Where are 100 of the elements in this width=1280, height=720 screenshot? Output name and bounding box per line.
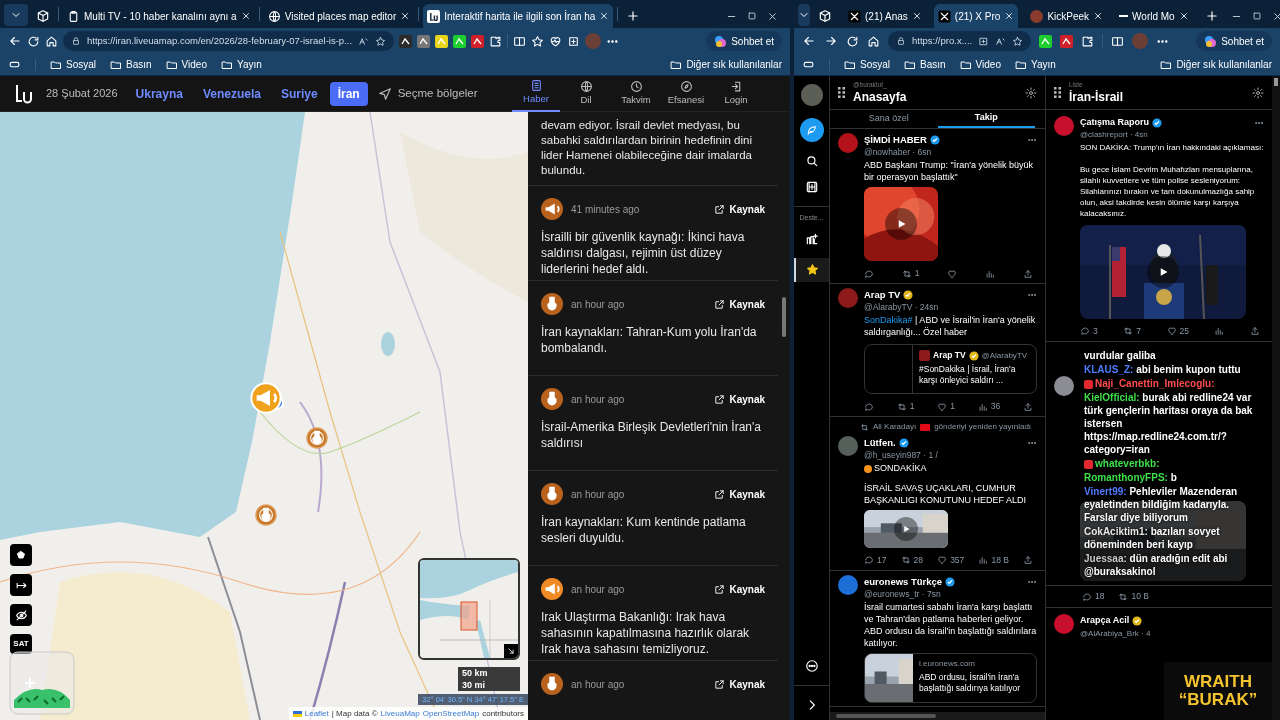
region-tab[interactable]: İran — [329, 81, 368, 106]
news-time: an hour ago — [571, 392, 625, 407]
news-text: İsrailli bir güvenlik kaynağı: İkinci hava saldırısı dalgası, rejimin üst düzey liderlerini hedef aldı. — [541, 229, 746, 277]
news-text: İran kaynakları: Kum kentinde patlama sesleri duyuldu. — [541, 514, 747, 546]
nav-tab[interactable]: Login — [712, 76, 760, 112]
repost-user: Ali Karadayı — [873, 421, 917, 433]
timeline-tab[interactable]: Sana özel — [840, 110, 938, 128]
account-handle: @nowhaber · 6sn — [864, 147, 933, 158]
quoted-tweet[interactable]: Arap TV @AlarabyTV #SonDakika | İsrail, İran'a karşı önleyici saldırı ... — [864, 344, 1037, 395]
bookmark-folder[interactable]: Basın — [110, 57, 152, 72]
browser-tab[interactable]: Interaktif harita ile ilgili son İran ha — [423, 4, 614, 28]
source-link[interactable]: Kaynak — [714, 391, 765, 407]
likes-button[interactable]: 357 — [937, 553, 965, 567]
account-name: Lütfen. — [864, 436, 896, 450]
bookmark-folder[interactable]: Sosyal — [50, 57, 96, 72]
hashtag-link[interactable]: SonDakika# — [864, 315, 913, 326]
copilot-button[interactable]: Sohbet et — [1196, 31, 1272, 51]
column-title: İran-İsrail — [1069, 90, 1124, 103]
source-link[interactable]: Kaynak — [714, 486, 765, 502]
address-bar[interactable]: https://iran.liveuamap.com/en/2026/28-february-07-israel-is-p... — [63, 31, 395, 51]
account-handle: @euronews_tr · 7sn — [864, 588, 942, 599]
nav-tab[interactable]: Efsanesi — [662, 76, 710, 112]
reposts-button[interactable]: 10 B — [1118, 590, 1149, 603]
reposts-button[interactable]: 28 — [900, 553, 924, 567]
news-text: İsrail-Amerika Birleşik Devletleri'nin İran'a saldırısı — [541, 419, 762, 451]
browser-tab[interactable]: Visited places map editor — [263, 4, 415, 28]
link-card[interactable]: l.euronews.com ABD ordusu, İsrail'in İran'a başlattığı saldırıya katılıyor — [864, 652, 1037, 703]
chat-message: Naji_Canettin_Imlecoglu: — [1084, 377, 1260, 391]
chat-message: Juessaa: dün aradığın edit abi @buraksakinol — [1084, 552, 1229, 579]
account-name: Arap TV — [864, 288, 901, 302]
replies-button[interactable]: 18 — [1082, 590, 1105, 603]
chat-message: KLAUS_Z: abi benim kupon tuttu — [1084, 363, 1242, 377]
date-label: 28 Şubat 2026 — [46, 86, 118, 102]
region-tab[interactable]: Ukrayna — [127, 81, 191, 106]
quoted-text: #SonDakika | İsrail, İran'a karşı önleyici saldırı ... — [919, 364, 1017, 386]
news-text: devam ediyor. İsrail devlet medyası, bu sabahki saldırılardan birinin hedefinin dini lider Hamenei olabileceğine dair imalarda bulundu. — [541, 118, 753, 178]
account-name: Arapça Acil — [1080, 614, 1130, 627]
link-domain: l.euronews.com — [919, 657, 977, 670]
browser-tab[interactable]: (21) Anas — [844, 4, 926, 28]
source-link[interactable]: Kaynak — [714, 296, 765, 312]
bookmark-folder[interactable]: Basın — [904, 57, 946, 72]
tweet-text: ABD Başkanı Trump: "İran'a yönelik büyük bir operasyon başlattık" — [864, 159, 1034, 184]
nav-tab[interactable]: Takvim — [612, 76, 660, 112]
account-name: ŞİMDİ HABER — [864, 133, 927, 147]
browser-tab[interactable]: KickPeek — [1026, 4, 1108, 28]
news-time: an hour ago — [571, 677, 625, 692]
address-bar[interactable]: https://pro.x.... — [888, 31, 1032, 51]
tweet[interactable]: ŞİMDİ HABER @nowhaber · 6sn ABD Başkanı Trump: "İran'a yönelik büyük bir operasyon başlattık" 1 — [830, 129, 1045, 284]
likes-button[interactable]: 1 — [937, 400, 955, 413]
replies-button[interactable]: 17 — [864, 553, 887, 567]
replies-button[interactable]: 3 — [1080, 324, 1098, 338]
views-button[interactable]: 18 B — [978, 553, 1009, 567]
repost-note: gönderiyi yeniden yayınladı — [934, 421, 1032, 433]
bookmark-folder[interactable]: Yayın — [1015, 57, 1056, 72]
bookmark-folder[interactable]: Video — [959, 57, 1001, 72]
bookmark-folder[interactable]: Yayın — [221, 57, 262, 72]
reposts-button[interactable]: 7 — [1123, 324, 1141, 338]
account-handle: @clashreport · 4sn — [1080, 129, 1149, 140]
news-time: an hour ago — [571, 582, 625, 597]
bookmark-folder[interactable]: Sosyal — [844, 57, 890, 72]
nav-tab[interactable]: Dil — [562, 76, 610, 112]
tweet-text: SONDAKİKA — [874, 462, 927, 476]
news-time: 41 minutes ago — [571, 202, 640, 217]
chat-message: vurdular galiba — [1084, 349, 1157, 363]
views-button[interactable]: 36 — [977, 400, 1001, 413]
tweet-text: SonDakika# | ABD ve İsrail'in İran'a yönelik saldırganlığı... Özel haber — [864, 314, 1037, 339]
bookmark-folder[interactable]: Diğer sık kullanılanlar — [1160, 57, 1272, 72]
tweet[interactable]: Arap TV @AlarabyTV · 24sn SonDakika# | ABD ve İsrail'in İran'a yönelik saldırganlığı... Özel haber Arap TV @AlarabyTV #SonDakika | İsrail, İran'a karşı önleyici saldırı ... 1 1 36 — [830, 284, 1045, 417]
reposts-button[interactable]: 1 — [896, 400, 915, 413]
browser-tab[interactable]: World Mo — [1115, 4, 1193, 28]
logo-text: WRAITH — [1184, 673, 1252, 691]
source-link[interactable]: Kaynak — [714, 676, 765, 692]
logo-text: “BURAK” — [1178, 691, 1258, 709]
region-tab[interactable]: Venezuela — [194, 81, 269, 106]
region-tab[interactable]: Suriye — [273, 81, 326, 106]
tweet-text: İsrail cumartesi sabahı İran'a karşı başlattı ve Tahran'dan patlama haberleri geliyor. ABD ordusu da İsrail'in başlattığı saldırılara katılıyor. — [864, 600, 1037, 649]
chat-message: RomanthonyFPS: b — [1084, 471, 1178, 485]
timeline-tab[interactable]: Takip — [937, 110, 1035, 128]
source-link[interactable]: Kaynak — [714, 201, 765, 217]
news-time: an hour ago — [571, 297, 625, 312]
source-link[interactable]: Kaynak — [714, 581, 765, 597]
account-handle: @h_useyin987 · 1 / — [864, 450, 939, 461]
browser-tab[interactable]: Multi TV - 10 haber kanalını aynı a — [63, 4, 255, 28]
reposts-button[interactable]: 1 — [901, 267, 920, 280]
likes-button[interactable]: 25 — [1166, 324, 1189, 338]
account-name: euronews Türkçe — [864, 574, 943, 589]
account-handle: @AlarabyTV — [981, 349, 1028, 362]
account-handle: @AlArabiya_Brk · 4 — [1080, 627, 1151, 640]
news-time: an hour ago — [571, 487, 625, 502]
chat-message: whateverbkb: — [1084, 457, 1260, 471]
browser-tab[interactable]: (21) X Pro — [933, 4, 1019, 28]
copilot-button[interactable]: Sohbet et — [706, 31, 782, 51]
select-regions-button[interactable]: Seçme bölgeler — [377, 84, 478, 103]
bookmark-folder[interactable]: Video — [165, 57, 207, 72]
tweet[interactable]: Ali Karadayı gönderiyi yeniden yayınladı Lütfen. @h_useyin987 · 1 / SONDAKİKA İSRAİL SAVAŞ UÇAKLARI, CUMHUR BAŞKANLIGI KONUTUNU HEDEF ALDI 17 28 357 18 B — [830, 417, 1045, 571]
link-title: ABD ordusu, İsrail'in İran'a başlattığı saldırıya katılıyor — [919, 671, 1022, 694]
bookmark-folder[interactable]: Diğer sık kullanılanlar — [670, 57, 782, 72]
column-title: Anasayfa — [853, 90, 907, 103]
chat-message: KielOfficial: burak abi redline24 var türk gençlerin haritası oraya da bak istersen https://map.redline24.com.tr/?category=iran — [1084, 391, 1254, 457]
news-text: İran kaynakları: Tahran-Kum yolu İran'da bombalandı. — [541, 324, 758, 356]
